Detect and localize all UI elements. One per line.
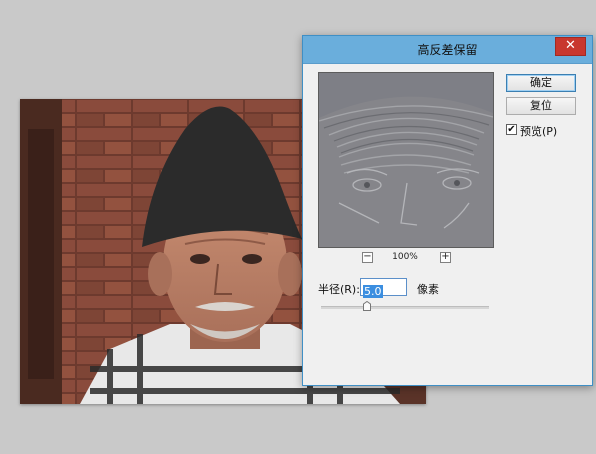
slider-thumb-icon[interactable]	[363, 301, 371, 311]
zoom-out-button[interactable]: −	[362, 252, 373, 263]
close-icon: ✕	[565, 38, 576, 53]
radius-unit-label: 像素	[417, 283, 439, 296]
dialog-titlebar[interactable]: 高反差保留 ✕	[303, 36, 592, 64]
radius-input[interactable]: 5.0	[360, 278, 407, 298]
zoom-out-icon: −	[363, 251, 372, 262]
zoom-controls: − 100% +	[318, 252, 492, 266]
close-button[interactable]: ✕	[555, 37, 586, 56]
reset-button[interactable]: 复位	[506, 97, 576, 115]
zoom-level: 100%	[392, 252, 418, 262]
ok-button[interactable]: 确定	[506, 74, 576, 92]
radius-slider-track[interactable]	[321, 306, 489, 309]
dialog-title: 高反差保留	[417, 43, 478, 57]
zoom-in-icon: +	[441, 251, 450, 262]
zoom-in-button[interactable]: +	[440, 252, 451, 263]
preview-checkbox[interactable]: ✔	[506, 124, 517, 135]
preview-label: 预览(P)	[520, 125, 558, 138]
high-pass-dialog: 高反差保留 ✕ − 100% + 半径(R): 5.0 像素 确定 复位 ✔ 预…	[302, 35, 593, 386]
radius-value: 5.0	[363, 285, 383, 298]
checkmark-icon: ✔	[507, 124, 516, 135]
radius-label: 半径(R):	[318, 283, 360, 296]
filter-preview[interactable]	[318, 72, 494, 248]
